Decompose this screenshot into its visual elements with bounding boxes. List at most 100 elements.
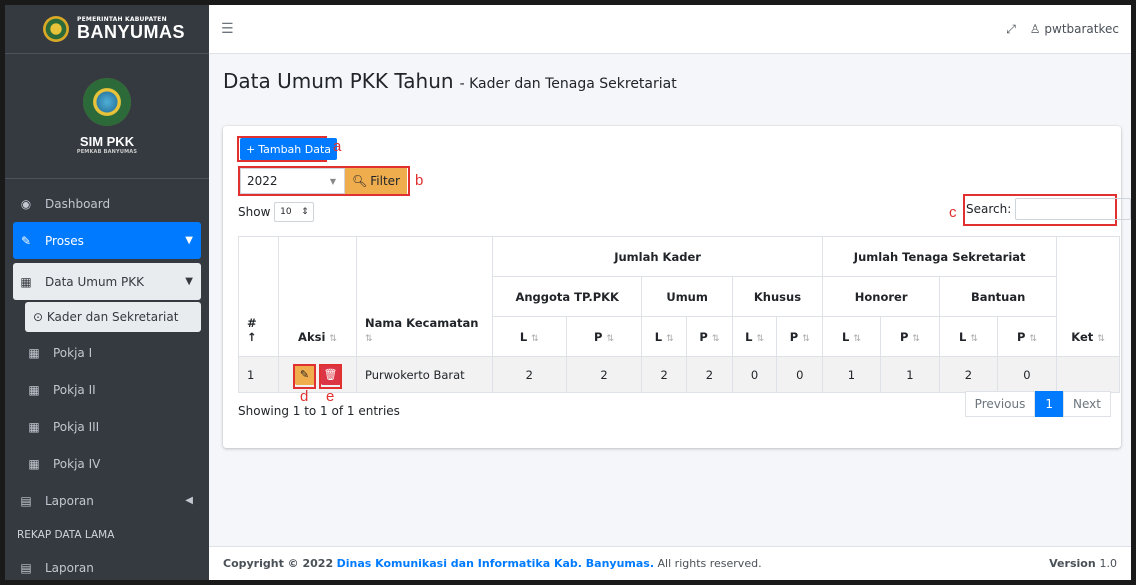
col-header-p[interactable]: P ⇅: [565, 316, 643, 357]
cell-aksi: ✎ 🗑︎: [278, 356, 357, 393]
brand-text: PEMERINTAH KABUPATEN BANYUMAS: [77, 17, 185, 42]
page-title-sub: - Kader dan Tenaga Sekretariat: [459, 76, 677, 92]
col-header-nama[interactable]: Nama Kecamatan ⇅: [356, 236, 493, 357]
sort-icon: ⇅: [666, 333, 674, 344]
col-header-p[interactable]: P ⇅: [879, 316, 941, 357]
col-header-l[interactable]: L ⇅: [822, 316, 881, 357]
annotation-label-b: b: [415, 172, 424, 189]
cell-value: 1: [822, 356, 881, 393]
col-header-label: L: [745, 329, 753, 344]
sidebar-item-pokja-4[interactable]: ▦ Pokja IV: [13, 445, 201, 482]
filter-label: Filter: [370, 174, 400, 188]
pagination-previous[interactable]: Previous: [964, 391, 1036, 417]
cell-value: 0: [776, 356, 824, 393]
pagination-next[interactable]: Next: [1063, 391, 1111, 417]
sort-icon: ⇅: [970, 333, 978, 344]
col-header-p[interactable]: P ⇅: [776, 316, 824, 357]
col-header-l[interactable]: L ⇅: [492, 316, 567, 357]
sort-icon: ⇅: [365, 334, 373, 344]
annotation-label-c: c: [949, 204, 957, 221]
sidebar: PEMERINTAH KABUPATEN BANYUMAS SIM PKK PE…: [5, 5, 209, 580]
col-header-label: Nama Kecamatan: [365, 316, 479, 330]
page-length-select[interactable]: 10 ⇕: [274, 202, 315, 222]
sidebar-item-data-umum[interactable]: ▦ Data Umum PKK ▼: [13, 263, 201, 300]
sidebar-item-label: Kader dan Sekretariat: [46, 310, 179, 324]
sidebar-item-kader-sekretariat[interactable]: ⊙ Kader dan Sekretariat: [25, 302, 201, 332]
search-input[interactable]: [1015, 198, 1131, 220]
data-card: + Tambah Data a 2022 ▼ 🔍︎ Filter b Show …: [223, 126, 1131, 448]
col-header-l[interactable]: L ⇅: [641, 316, 687, 357]
annotation-label-d: d: [300, 388, 309, 405]
table-info: Showing 1 to 1 of 1 entries: [238, 404, 400, 418]
menu-toggle-icon[interactable]: ☰: [221, 21, 234, 37]
sort-icon: ⇅: [1029, 333, 1037, 344]
sidebar-item-laporan-lama[interactable]: ▤ Laporan: [13, 549, 201, 580]
sidebar-item-label: Laporan: [45, 560, 94, 575]
username: pwtbaratkec: [1044, 22, 1119, 36]
grid-icon: ▦: [20, 274, 32, 289]
sidebar-item-pokja-3[interactable]: ▦ Pokja III: [13, 408, 201, 445]
col-header-aksi[interactable]: Aksi ⇅: [278, 236, 357, 357]
brand-link[interactable]: PEMERINTAH KABUPATEN BANYUMAS: [5, 5, 209, 54]
col-header-label: L: [654, 329, 663, 344]
sort-icon: ⇅: [802, 333, 810, 344]
circle-dot-icon: ⊙: [33, 310, 44, 324]
cell-nama: Purwokerto Barat: [356, 356, 493, 393]
sort-icon: ⇅: [711, 333, 720, 344]
grid-icon: ▦: [28, 382, 40, 397]
col-header-l[interactable]: L ⇅: [731, 316, 778, 357]
sidebar-item-laporan[interactable]: ▤ Laporan ◀: [13, 482, 201, 519]
cell-value: 2: [685, 356, 733, 393]
sidebar-item-label: Laporan: [45, 493, 94, 508]
col-header-label: P: [699, 329, 708, 344]
cell-value: 2: [641, 356, 687, 393]
fullscreen-icon[interactable]: ⤢: [1006, 22, 1016, 37]
chevron-down-icon: ▼: [185, 235, 193, 246]
year-select[interactable]: 2022 ▼: [240, 168, 345, 194]
cell-value: 2: [565, 356, 643, 393]
add-data-button[interactable]: + Tambah Data: [240, 138, 338, 160]
col-group-jumlah-kader: Jumlah Kader: [491, 236, 824, 277]
col-header-no[interactable]: # ↑: [238, 236, 279, 357]
footer-org-link[interactable]: Dinas Komunikasi dan Informatika Kab. Ba…: [337, 557, 654, 570]
filter-button[interactable]: 🔍︎ Filter: [345, 168, 407, 194]
footer-version-label: Version: [1049, 557, 1096, 570]
col-header-label: Ket: [1071, 330, 1094, 344]
app-subtitle: PEMKAB BANYUMAS: [76, 148, 138, 155]
page-title: Data Umum PKK Tahun - Kader dan Tenaga S…: [223, 69, 1117, 103]
sort-icon: ⇅: [912, 333, 920, 344]
chevron-left-icon: ◀: [185, 495, 193, 506]
cell-value: 1: [879, 356, 941, 393]
sort-icon: ⇅: [1097, 334, 1105, 344]
sidebar-section-header: REKAP DATA LAMA: [17, 529, 115, 541]
sidebar-item-proses[interactable]: ✎ Proses ▼: [13, 222, 201, 259]
col-header-label: L: [842, 329, 850, 344]
cell-value: 0: [731, 356, 778, 393]
col-header-label: P: [899, 329, 909, 344]
file-icon: ▤: [20, 560, 32, 575]
sidebar-item-dashboard[interactable]: ◉ Dashboard: [13, 185, 201, 222]
col-header-p[interactable]: P ⇅: [685, 316, 733, 357]
page-title-main: Data Umum PKK Tahun: [223, 69, 454, 93]
col-header-p[interactable]: P ⇅: [996, 316, 1058, 357]
sidebar-item-label: Proses: [45, 233, 84, 248]
col-header-label: Aksi: [298, 330, 326, 344]
sidebar-item-pokja-2[interactable]: ▦ Pokja II: [13, 371, 201, 408]
col-header-l[interactable]: L ⇅: [939, 316, 998, 357]
pagination-page[interactable]: 1: [1035, 391, 1064, 417]
annotation-box-e: [319, 364, 342, 389]
annotation-box-d: [293, 364, 316, 389]
sidebar-item-pokja-1[interactable]: ▦ Pokja I: [13, 334, 201, 371]
search-icon: 🔍︎: [352, 174, 368, 188]
sidebar-item-label: Data Umum PKK: [45, 274, 145, 289]
table-row: 1 ✎🗑︎ Purwokerto Barat 2 2 2 2 0 0 1 1: [238, 356, 1120, 393]
sort-asc-icon: ↑: [247, 330, 257, 344]
data-table: # ↑ Aksi ⇅ Nama Kecamatan ⇅ Jumlah Kader…: [238, 236, 1120, 393]
col-header-ket[interactable]: Ket ⇅: [1056, 236, 1120, 357]
chevron-down-icon: ▼: [329, 176, 336, 186]
cell-no: 1: [238, 356, 279, 393]
col-header-label: P: [1016, 329, 1026, 344]
user-menu[interactable]: ♙ pwtbaratkec: [1030, 22, 1119, 36]
updown-icon: ⇕: [301, 207, 309, 217]
footer-version-number: 1.0: [1099, 557, 1118, 570]
